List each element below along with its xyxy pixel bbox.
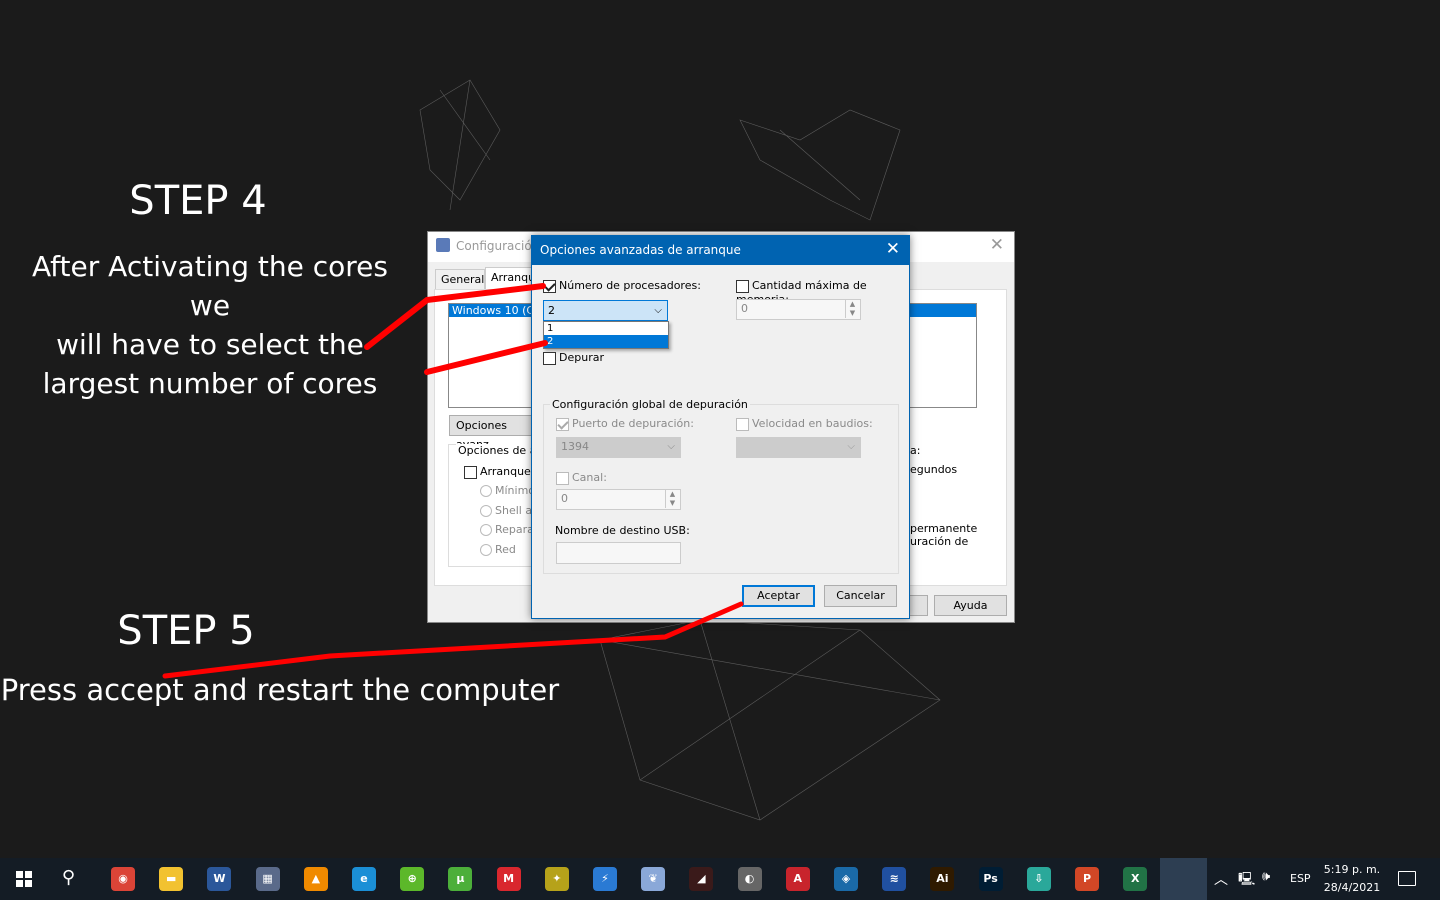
app-green-icon[interactable]: ⊕ [400,867,425,891]
app-download-icon[interactable]: ⇩ [1026,867,1051,891]
powerpoint-icon[interactable]: P [1075,867,1099,891]
mega-icon[interactable]: M [496,867,521,891]
annotation-line-step4-b [424,340,548,375]
utorrent-icon[interactable]: µ [448,867,473,891]
app-yellow-icon[interactable]: ✦ [544,867,569,891]
network-icon[interactable]: 🖳 [1238,870,1255,892]
vlc-icon[interactable]: ▲ [303,867,328,891]
autocad-icon[interactable]: A [785,867,810,891]
excel-icon[interactable]: X [1123,867,1148,891]
active-app-highlight [1160,858,1207,900]
app-layers-icon[interactable]: ≋ [882,867,907,891]
language-indicator[interactable]: ESP [1290,872,1311,885]
notification-icon[interactable] [1398,871,1416,886]
app-blue-bolt-icon[interactable]: ⚡ [593,867,617,891]
app-cube-icon[interactable]: ◈ [834,867,858,891]
chrome-icon[interactable]: ◉ [111,867,135,891]
clock-date[interactable]: 28/4/2021 [1322,881,1382,894]
volume-icon[interactable]: 🕪 [1262,869,1270,884]
annotation-lines [162,283,744,679]
annotation-line-step4-a [364,283,546,350]
app-feather-icon[interactable]: ❦ [641,867,666,891]
illustrator-icon[interactable]: Ai [930,867,955,891]
app-dark-red-icon[interactable]: ◢ [689,867,714,891]
taskbar: ⚲ ◉▬W▦▲e⊕µM✦⚡❦◢◐A◈≋AiPs⇩PX▣ ︿ 🖳 🕪 ESP 5:… [0,858,1440,900]
file-explorer-icon[interactable]: ▬ [159,867,184,891]
app-globe-icon[interactable]: ◐ [737,867,762,891]
photoshop-icon[interactable]: Ps [978,867,1003,891]
chevron-up-icon[interactable]: ︿ [1214,869,1228,889]
clock-time[interactable]: 5:19 p. m. [1322,863,1382,876]
annotation-line-step5 [162,601,744,679]
msconfig-icon[interactable]: ▦ [255,867,280,891]
windows-start-icon[interactable] [16,871,32,887]
word-icon[interactable]: W [207,867,232,891]
search-icon[interactable]: ⚲ [62,867,75,888]
edge-icon[interactable]: e [352,867,376,891]
